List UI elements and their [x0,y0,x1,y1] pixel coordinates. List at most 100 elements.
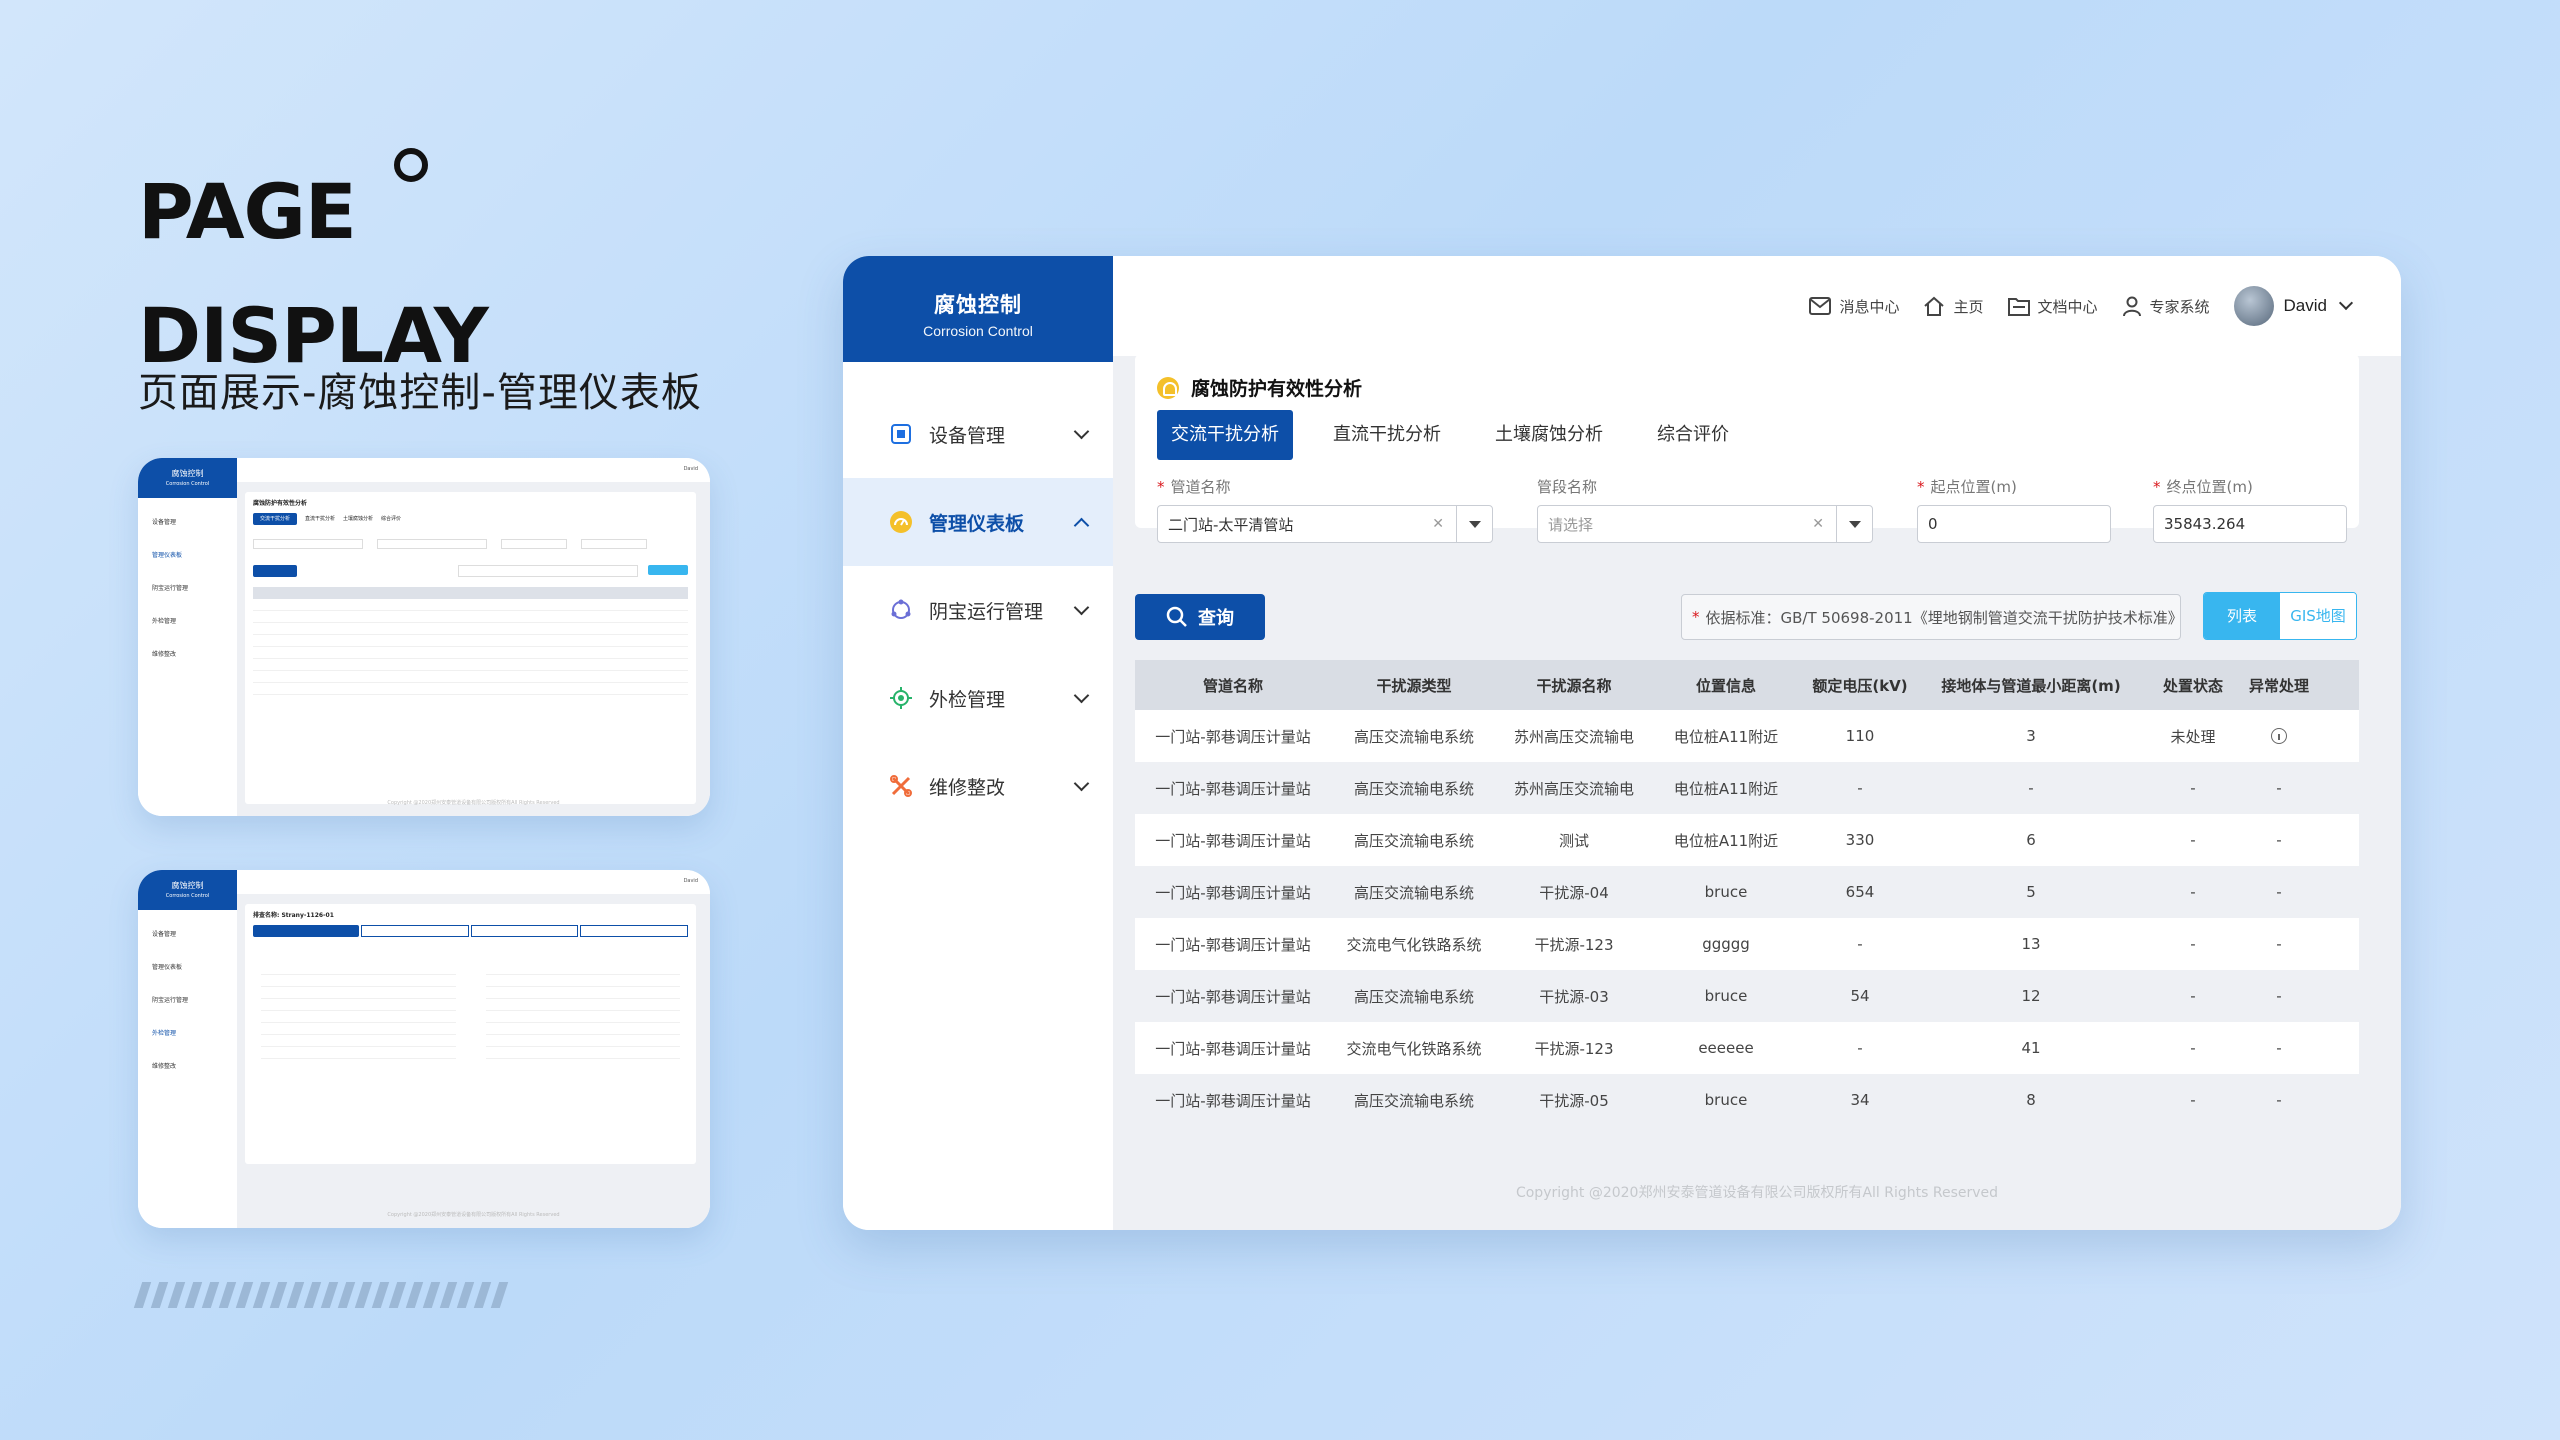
table-cell: - [2276,1039,2282,1057]
table-cell: 一门站-郭巷调压计量站 [1155,1039,1311,1058]
table-row[interactable]: 一门站-郭巷调压计量站 高压交流输电系统 苏州高压交流输电 电位桩A11附近 110 3 未… [1135,710,2359,762]
dropdown-arrow-icon[interactable] [1836,506,1872,542]
info-icon[interactable] [2271,728,2287,744]
thumb-card: 腐蚀防护有效性分析 交流干扰分析 直流干扰分析 土壤腐蚀分析 综合评价 [245,492,696,804]
tab-soil-corrosion[interactable]: 土壤腐蚀分析 [1481,410,1617,460]
segment-field: 管段名称 请选择 ✕ [1537,476,1873,543]
end-position-field: * 终点位置(m) 35843.264 [2153,476,2347,543]
sidebar: 腐蚀控制 Corrosion Control 设备管理 管理仪表板 阴宝运行管理… [843,256,1113,1230]
messages-label: 消息中心 [1839,297,1900,316]
table-row[interactable]: 一门站-郭巷调压计量站 交流电气化铁路系统 干扰源-123 ggggg - 13 - - [1135,918,2359,970]
tools-icon [890,775,912,797]
topbar: 消息中心 主页 文档中心 专家系统 David [1113,256,2401,356]
table-row[interactable]: 一门站-郭巷调压计量站 交流电气化铁路系统 干扰源-123 eeeeee - 41 - - [1135,1022,2359,1074]
chevron-up-icon [1073,517,1090,534]
table-cell: 一门站-郭巷调压计量站 [1155,779,1311,798]
sidebar-item-repair[interactable]: 维修整改 [843,742,1113,830]
table-row[interactable]: 一门站-郭巷调压计量站 高压交流输电系统 干扰源-04 bruce 654 5 - - [1135,866,2359,918]
table-cell: 一门站-郭巷调压计量站 [1155,727,1311,746]
table-cell: - [2276,935,2282,953]
table-cell: 干扰源-05 [1539,1091,1609,1110]
sidebar-item-label: 管理仪表板 [929,512,1025,535]
pipeline-select[interactable]: 二门站-太平清管站 ✕ [1157,505,1493,543]
search-icon [1166,606,1187,627]
app-logo[interactable]: 腐蚀控制 Corrosion Control [843,256,1113,362]
table-cell: - [2190,831,2196,849]
table-cell: - [2276,1091,2282,1109]
table-cell: 3 [2026,727,2036,745]
docs-link[interactable]: 文档中心 [2007,296,2098,317]
chevron-down-icon [1073,775,1090,792]
list-view-button[interactable]: 列表 [2204,593,2280,639]
user-menu[interactable]: David [2233,286,2354,326]
table-header: 管道名称 干扰源类型 干扰源名称 位置信息 额定电压(kV) 接地体与管道最小距… [1135,660,2359,710]
table-cell: 苏州高压交流输电 [1513,779,1634,798]
analysis-panel: 腐蚀防护有效性分析 交流干扰分析 直流干扰分析 土壤腐蚀分析 综合评价 * 管道名… [1135,354,2359,543]
tab-overall-evaluation[interactable]: 综合评价 [1643,410,1743,460]
tab-dc-interference[interactable]: 直流干扰分析 [1319,410,1455,460]
sidebar-item-label: 阴宝运行管理 [929,600,1044,623]
content-area: 消息中心 主页 文档中心 专家系统 David 腐蚀防护有效性分析 交流干扰分析… [1113,256,2401,1230]
thumb-topbar: David [237,458,710,482]
table-cell: bruce [1704,883,1748,901]
query-button[interactable]: 查询 [1135,594,1265,640]
table-cell: eeeeee [1698,1039,1754,1057]
dropdown-arrow-icon[interactable] [1456,506,1492,542]
table-row[interactable]: 一门站-郭巷调压计量站 高压交流输电系统 干扰源-03 bruce 54 12 - - [1135,970,2359,1022]
sidebar-item-device[interactable]: 设备管理 [843,390,1113,478]
table-cell: 干扰源-03 [1539,987,1609,1006]
tab-ac-interference[interactable]: 交流干扰分析 [1157,410,1293,460]
gis-map-button[interactable]: GIS地图 [2280,593,2356,639]
messages-link[interactable]: 消息中心 [1809,296,1899,317]
target-icon [890,687,912,709]
home-link[interactable]: 主页 [1923,296,1984,317]
folder-icon [2007,298,2030,316]
device-icon [891,424,911,444]
docs-label: 文档中心 [2037,297,2098,316]
mail-icon [1809,297,1832,315]
user-name: David [2283,296,2327,315]
chevron-down-icon [1073,599,1090,616]
table-cell: - [2190,1091,2196,1109]
end-position-input[interactable]: 35843.264 [2153,505,2347,543]
sidebar-item-label: 维修整改 [929,776,1006,799]
table-cell: 高压交流输电系统 [1353,779,1474,798]
table-row[interactable]: 一门站-郭巷调压计量站 高压交流输电系统 测试 电位桩A11附近 330 6 - - [1135,814,2359,866]
sidebar-item-label: 外检管理 [929,688,1006,711]
table-cell: 34 [1850,1091,1870,1109]
thumb2-nav: 设备管理 管理仪表板 阴宝运行管理 外检管理 维修整改 [152,931,189,1070]
view-toggle: 列表 GIS地图 [2203,592,2357,640]
table-cell: 8 [2026,1091,2036,1109]
thumb-main: David 腐蚀防护有效性分析 交流干扰分析 直流干扰分析 土壤腐蚀分析 综合评… [237,458,710,816]
table-cell: 41 [2021,1039,2041,1057]
table-cell: ggggg [1702,935,1750,953]
clear-icon[interactable]: ✕ [1432,516,1444,532]
analysis-tabs: 交流干扰分析 直流干扰分析 土壤腐蚀分析 综合评价 [1157,410,1769,460]
sidebar-item-external-inspection[interactable]: 外检管理 [843,654,1113,742]
table-cell: 高压交流输电系统 [1353,987,1474,1006]
table-row[interactable]: 一门站-郭巷调压计量站 高压交流输电系统 苏州高压交流输电 电位桩A11附近 - - - - [1135,762,2359,814]
chevron-down-icon [2338,295,2354,311]
start-position-input[interactable]: 0 [1917,505,2111,543]
table-cell: bruce [1704,987,1748,1005]
app-subtitle: Corrosion Control [923,323,1033,339]
expert-link[interactable]: 专家系统 [2122,296,2210,317]
hero-subtitle: 页面展示-腐蚀控制-管理仪表板 [138,370,702,416]
table-cell: 一门站-郭巷调压计量站 [1155,935,1311,954]
table-cell: 13 [2021,935,2041,953]
thumbnail-inspection[interactable]: 腐蚀控制 Corrosion Control 设备管理 管理仪表板 阴宝运行管理 … [138,870,710,1228]
clear-icon[interactable]: ✕ [1812,516,1824,532]
hero-line-1: PAGE [138,167,357,256]
table-cell: - [2276,831,2282,849]
table-cell: 12 [2021,987,2041,1005]
table-cell: - [1857,779,1863,797]
table-cell: - [2276,883,2282,901]
table-cell: 330 [1845,831,1875,849]
table-row[interactable]: 一门站-郭巷调压计量站 高压交流输电系统 干扰源-05 bruce 34 8 - - [1135,1074,2359,1126]
sidebar-item-cp-operation[interactable]: 阴宝运行管理 [843,566,1113,654]
thumbnail-dashboard[interactable]: 腐蚀控制 Corrosion Control 设备管理 管理仪表板 阴宝运行管理 … [138,458,710,816]
expert-label: 专家系统 [2149,297,2210,316]
sidebar-item-dashboard[interactable]: 管理仪表板 [843,478,1113,566]
table-cell: - [2190,935,2196,953]
segment-select[interactable]: 请选择 ✕ [1537,505,1873,543]
